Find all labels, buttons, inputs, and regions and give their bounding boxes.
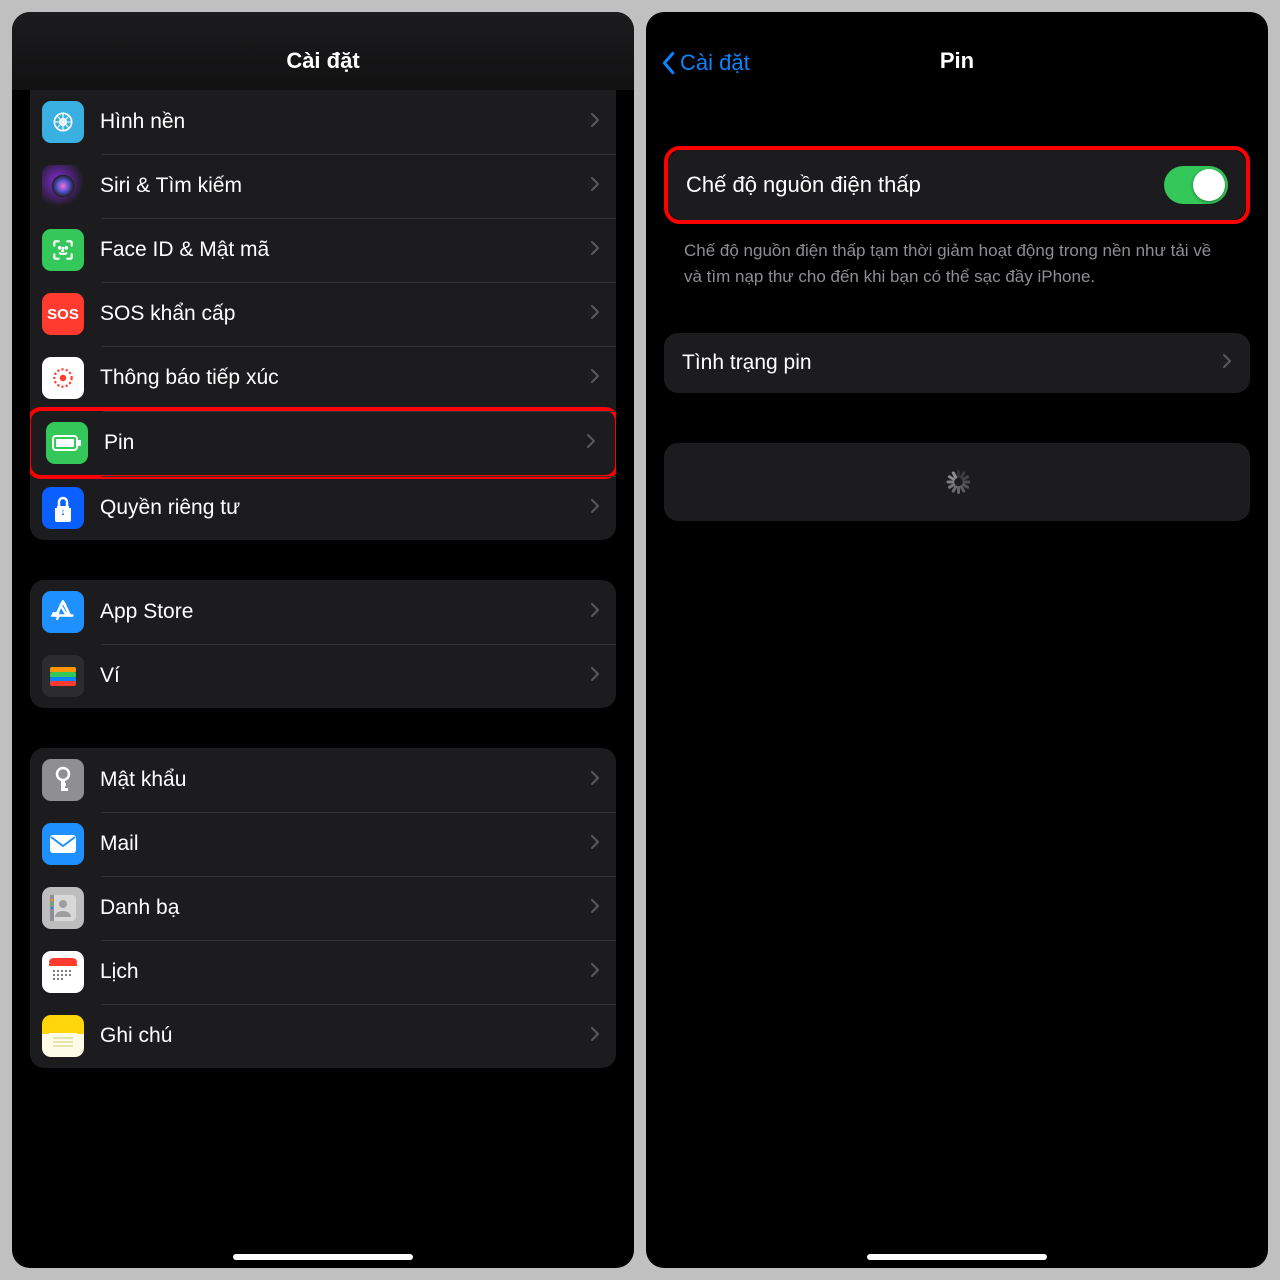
back-button[interactable]: Cài đặt xyxy=(660,50,750,76)
sos-icon: SOS xyxy=(42,293,84,335)
chevron-right-icon xyxy=(590,602,600,623)
low-power-label: Chế độ nguồn điện thấp xyxy=(686,172,1164,198)
row-label: Thông báo tiếp xúc xyxy=(100,366,590,390)
settings-row-notes[interactable]: Ghi chú xyxy=(30,1004,616,1068)
row-label: Mail xyxy=(100,832,590,856)
settings-row-password[interactable]: Mật khẩu xyxy=(30,748,616,812)
chevron-right-icon xyxy=(590,498,600,519)
row-label: Ví xyxy=(100,664,590,688)
row-label: Mật khẩu xyxy=(100,768,590,792)
back-label: Cài đặt xyxy=(680,50,750,76)
privacy-icon xyxy=(42,487,84,529)
row-label: Pin xyxy=(104,431,586,455)
toggle-knob xyxy=(1193,169,1225,201)
settings-row-battery[interactable]: Pin xyxy=(30,407,616,479)
settings-row-exposure[interactable]: Thông báo tiếp xúc xyxy=(30,346,616,410)
settings-content: Hình nền Siri & Tìm kiếm Face ID & Mật mã S… xyxy=(12,90,634,1268)
chevron-right-icon xyxy=(590,176,600,197)
row-label: SOS khẩn cấp xyxy=(100,302,590,326)
notes-icon xyxy=(42,1015,84,1057)
chevron-right-icon xyxy=(590,112,600,133)
chevron-right-icon xyxy=(590,666,600,687)
chevron-left-icon xyxy=(660,51,676,75)
row-label: Siri & Tìm kiếm xyxy=(100,174,590,198)
battery-health-row[interactable]: Tình trạng pin xyxy=(664,333,1250,393)
settings-screen: Cài đặt Hình nền Siri & Tìm kiếm Face ID &… xyxy=(12,12,634,1268)
chevron-right-icon xyxy=(586,433,596,454)
chevron-right-icon xyxy=(590,368,600,389)
settings-row-calendar[interactable]: Lịch xyxy=(30,940,616,1004)
settings-row-privacy[interactable]: Quyền riêng tư xyxy=(30,476,616,540)
row-label: Face ID & Mật mã xyxy=(100,238,590,262)
battery-health-group: Tình trạng pin xyxy=(664,333,1250,393)
settings-row-siri[interactable]: Siri & Tìm kiếm xyxy=(30,154,616,218)
wallpaper-icon xyxy=(42,101,84,143)
chevron-right-icon xyxy=(590,304,600,325)
settings-row-wallet[interactable]: Ví xyxy=(30,644,616,708)
contacts-icon xyxy=(42,887,84,929)
settings-group: Hình nền Siri & Tìm kiếm Face ID & Mật mã S… xyxy=(30,90,616,540)
row-label: Quyền riêng tư xyxy=(100,496,590,520)
row-label: App Store xyxy=(100,600,590,624)
home-indicator[interactable] xyxy=(867,1254,1047,1260)
chevron-right-icon xyxy=(590,240,600,261)
settings-row-contacts[interactable]: Danh bạ xyxy=(30,876,616,940)
row-label: Ghi chú xyxy=(100,1024,590,1048)
low-power-description: Chế độ nguồn điện thấp tạm thời giảm hoạ… xyxy=(664,224,1250,289)
settings-row-faceid[interactable]: Face ID & Mật mã xyxy=(30,218,616,282)
siri-icon xyxy=(42,165,84,207)
chevron-right-icon xyxy=(590,1026,600,1047)
settings-row-mail[interactable]: Mail xyxy=(30,812,616,876)
loading-box xyxy=(664,443,1250,521)
chevron-right-icon xyxy=(590,898,600,919)
chevron-right-icon xyxy=(1222,353,1232,374)
settings-row-appstore[interactable]: App Store xyxy=(30,580,616,644)
nav-bar: Cài đặt Pin xyxy=(646,12,1268,90)
wallet-icon xyxy=(42,655,84,697)
chevron-right-icon xyxy=(590,834,600,855)
faceid-icon xyxy=(42,229,84,271)
chevron-right-icon xyxy=(590,962,600,983)
spinner-icon xyxy=(943,468,971,496)
nav-bar: Cài đặt xyxy=(12,12,634,90)
battery-content: Chế độ nguồn điện thấp Chế độ nguồn điện… xyxy=(646,90,1268,1268)
chevron-right-icon xyxy=(590,770,600,791)
settings-group: App Store Ví xyxy=(30,580,616,708)
exposure-icon xyxy=(42,357,84,399)
low-power-toggle[interactable] xyxy=(1164,166,1228,204)
settings-group: Mật khẩu Mail Danh bạ Lịch Ghi chú xyxy=(30,748,616,1068)
nav-title: Cài đặt xyxy=(286,48,359,74)
password-icon xyxy=(42,759,84,801)
row-label: Hình nền xyxy=(100,110,590,134)
row-label: Danh bạ xyxy=(100,896,590,920)
low-power-row[interactable]: Chế độ nguồn điện thấp xyxy=(668,150,1246,220)
nav-title: Pin xyxy=(940,48,974,74)
mail-icon xyxy=(42,823,84,865)
row-label: Lịch xyxy=(100,960,590,984)
low-power-group: Chế độ nguồn điện thấp xyxy=(668,150,1246,220)
calendar-icon xyxy=(42,951,84,993)
appstore-icon xyxy=(42,591,84,633)
battery-screen: Cài đặt Pin Chế độ nguồn điện thấp Chế đ… xyxy=(646,12,1268,1268)
settings-row-sos[interactable]: SOS SOS khẩn cấp xyxy=(30,282,616,346)
settings-row-wallpaper[interactable]: Hình nền xyxy=(30,90,616,154)
battery-icon xyxy=(46,422,88,464)
home-indicator[interactable] xyxy=(233,1254,413,1260)
battery-health-label: Tình trạng pin xyxy=(682,351,1222,375)
